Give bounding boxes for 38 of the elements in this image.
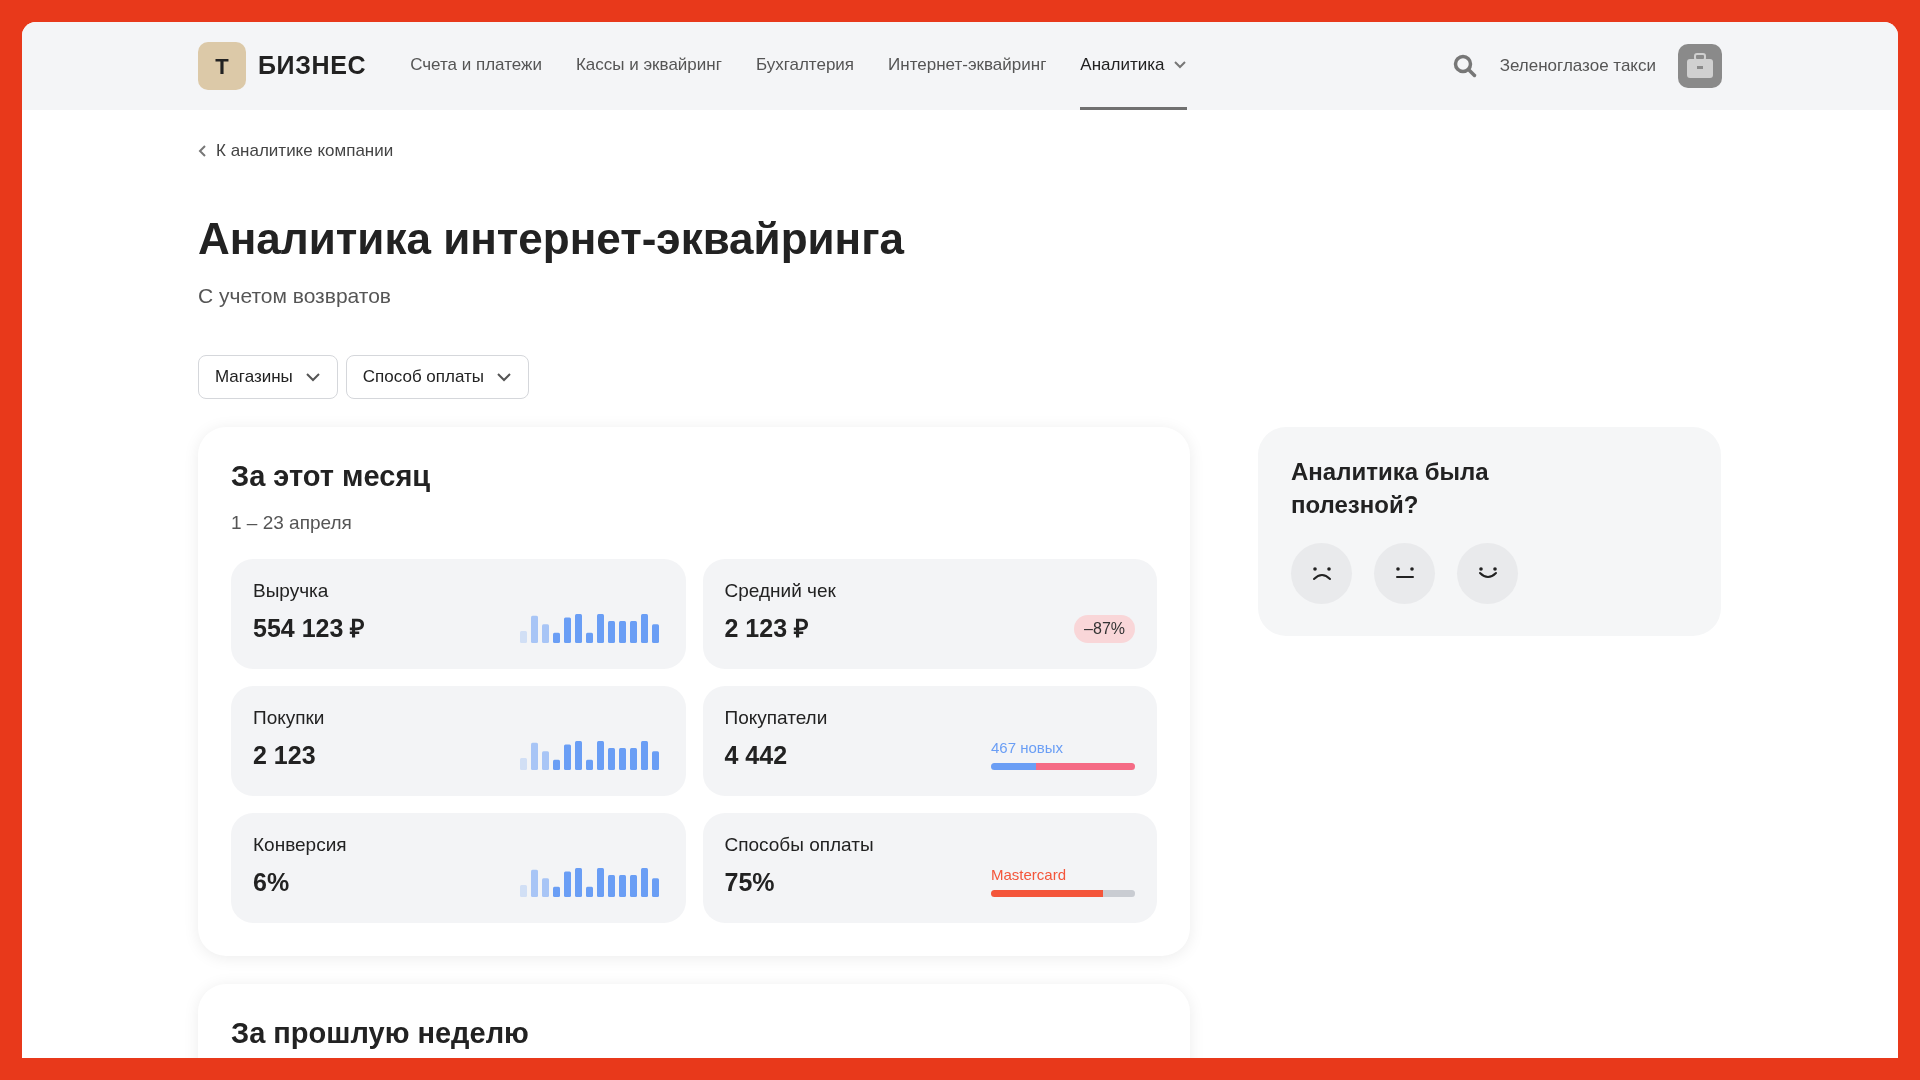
metric-label: Конверсия (253, 833, 347, 857)
card-period: 1 – 23 апреля (231, 510, 353, 535)
metric-label: Выручка (253, 579, 330, 603)
metric-value: 75% (724, 866, 776, 898)
search-icon[interactable] (1451, 53, 1478, 79)
page-subtitle: С учетом возвратов (198, 282, 393, 309)
metric-value: 2 123 (253, 739, 317, 771)
feedback-question: Аналитика была полезной? (1291, 457, 1490, 520)
sad-face-icon (1310, 565, 1333, 582)
logo-badge: Т (198, 42, 246, 90)
filter-dropdown[interactable]: Способ оплаты (345, 355, 529, 399)
metric-label: Покупки (253, 706, 325, 730)
chevron-left-icon (198, 143, 208, 158)
nav-tab[interactable]: Счета и платежи (410, 22, 542, 110)
metric-value: 6% (253, 866, 291, 898)
metric-value: 554 123 ₽ (253, 612, 366, 644)
back-link[interactable]: К аналитике компании (198, 138, 1722, 164)
nav-tab[interactable]: Аналитика (1080, 22, 1187, 110)
page-title: Аналитика интернет-эквайринга (198, 212, 906, 265)
metric-label: Покупатели (724, 706, 828, 730)
metric-label: Средний чек (724, 579, 836, 603)
card-title: За этот месяц (231, 459, 432, 494)
nav-tab[interactable]: Бухгалтерия (755, 22, 855, 110)
card-title: За прошлую неделю (231, 1016, 530, 1051)
chevron-down-icon (304, 372, 321, 382)
company-name[interactable]: Зеленоглазое такси (1499, 53, 1656, 79)
bar-label: 467 новых (991, 737, 1065, 758)
metric-value: 4 442 (724, 739, 789, 771)
metric-value: 2 123 ₽ (724, 612, 810, 644)
nav-tab[interactable]: Кассы и эквайринг (575, 22, 722, 110)
nav-tab[interactable]: Интернет-эквайринг (888, 22, 1047, 110)
metric-label: Способы оплаты (724, 833, 874, 857)
bar-label: Mastercard (991, 864, 1068, 885)
filter-dropdown[interactable]: Магазины (198, 355, 338, 399)
logo-text: БИЗНЕС (258, 50, 367, 82)
briefcase-avatar-icon[interactable] (1678, 44, 1722, 88)
change-badge: –87% (1074, 615, 1135, 643)
chevron-down-icon (496, 372, 512, 382)
